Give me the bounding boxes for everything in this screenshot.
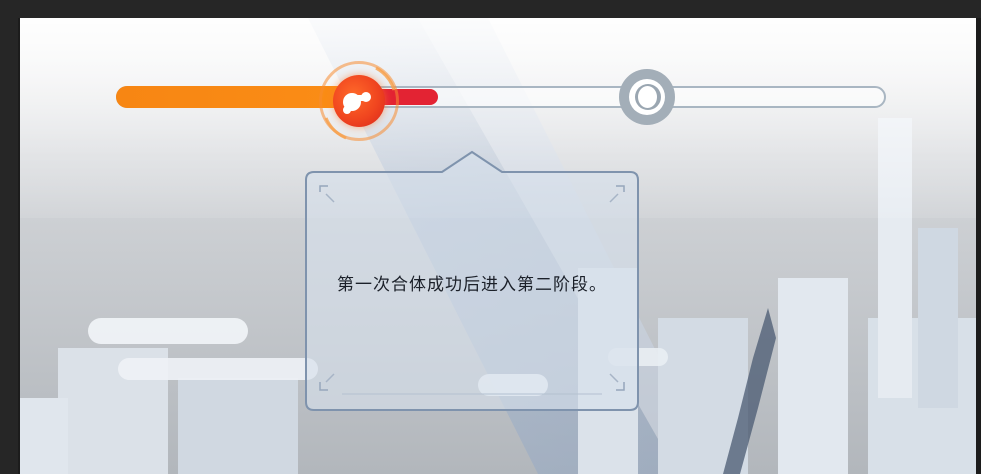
stage-node-2[interactable] [619,69,675,125]
game-viewport: 第一次合体成功后进入第二阶段。 [18,18,978,474]
frame-left-edge [18,18,20,474]
tooltip-panel: 第一次合体成功后进入第二阶段。 [302,150,642,412]
frame-right-edge [976,18,981,474]
tooltip-text: 第一次合体成功后进入第二阶段。 [337,275,607,295]
fusion-icon [343,92,371,114]
stage-node-1[interactable] [316,58,402,144]
ring-icon-highlight [638,86,657,108]
